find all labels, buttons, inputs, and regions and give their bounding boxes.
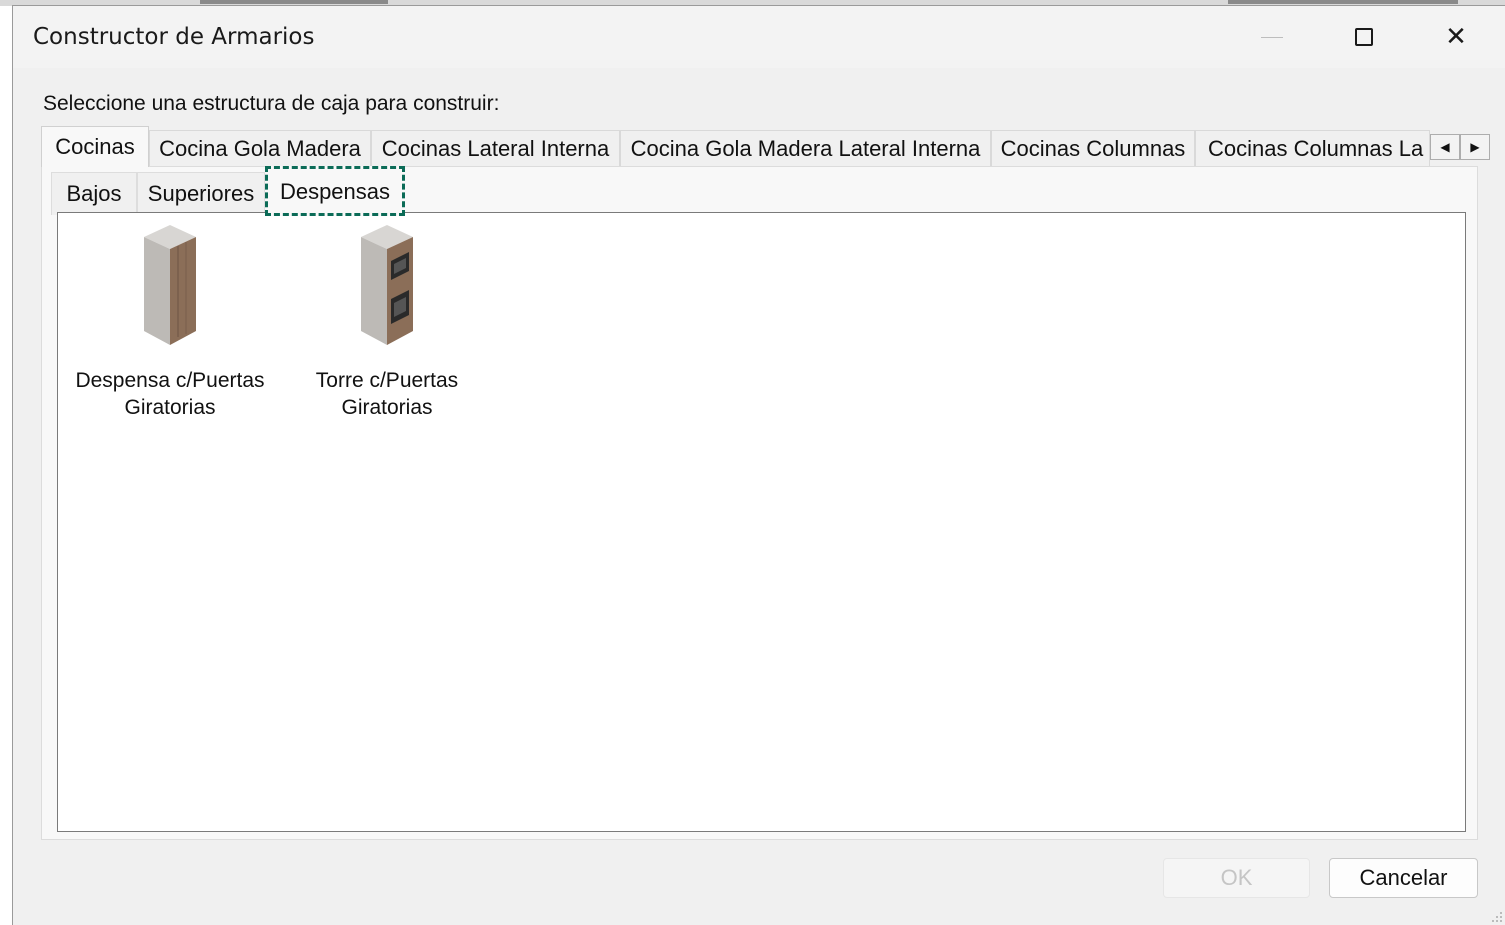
item-label-line1: Despensa c/Puertas bbox=[75, 369, 265, 392]
tab-cocinas-columnas[interactable]: Cocinas Columnas bbox=[991, 130, 1195, 166]
minimize-button[interactable] bbox=[1226, 6, 1318, 68]
close-icon: ✕ bbox=[1445, 22, 1467, 52]
tab-despensas[interactable]: Despensas bbox=[265, 166, 405, 216]
tab-scroll-buttons: ◀ ▶ bbox=[1430, 134, 1490, 160]
tab-cocinas-columnas-la[interactable]: Cocinas Columnas La bbox=[1195, 130, 1430, 166]
cabinet-builder-dialog: Constructor de Armarios ✕ Seleccione una… bbox=[12, 5, 1505, 925]
maximize-icon bbox=[1355, 28, 1373, 46]
desktop-edge bbox=[0, 6, 12, 925]
maximize-button[interactable] bbox=[1318, 6, 1410, 68]
tab-cocinas-lateral-interna[interactable]: Cocinas Lateral Interna bbox=[371, 130, 620, 166]
list-item-despensa[interactable]: Despensa c/Puertas Giratorias bbox=[65, 221, 275, 421]
category-tab-strip: Cocinas Cocina Gola Madera Cocinas Later… bbox=[41, 126, 1490, 167]
structure-list[interactable]: Despensa c/Puertas Giratorias Torre c/Pu… bbox=[57, 212, 1466, 832]
list-item-torre[interactable]: Torre c/Puertas Giratorias bbox=[282, 221, 492, 421]
ok-button[interactable]: OK bbox=[1163, 858, 1310, 898]
tab-cocina-gola-madera[interactable]: Cocina Gola Madera bbox=[149, 130, 371, 166]
pantry-cabinet-icon bbox=[144, 225, 196, 345]
scroll-left-icon[interactable]: ◀ bbox=[1430, 134, 1460, 160]
item-label-line1: Torre c/Puertas bbox=[315, 369, 459, 392]
item-label-line2: Giratorias bbox=[124, 396, 216, 419]
tab-cocinas[interactable]: Cocinas bbox=[41, 126, 149, 167]
window-title: Constructor de Armarios bbox=[33, 24, 315, 50]
close-button[interactable]: ✕ bbox=[1410, 6, 1502, 68]
minimize-icon bbox=[1261, 36, 1283, 38]
backdrop-segment bbox=[200, 0, 388, 4]
oven-tower-icon bbox=[361, 225, 413, 345]
cancel-button[interactable]: Cancelar bbox=[1329, 858, 1478, 898]
item-label-line2: Giratorias bbox=[341, 396, 433, 419]
backdrop-segment bbox=[1228, 0, 1458, 4]
tab-cocina-gola-madera-lateral-interna[interactable]: Cocina Gola Madera Lateral Interna bbox=[620, 130, 991, 166]
instruction-label: Seleccione una estructura de caja para c… bbox=[43, 92, 500, 115]
tab-superiores[interactable]: Superiores bbox=[137, 172, 265, 215]
tab-bajos[interactable]: Bajos bbox=[51, 172, 137, 215]
resize-grip-icon[interactable] bbox=[1489, 909, 1503, 923]
title-bar[interactable]: Constructor de Armarios ✕ bbox=[13, 6, 1505, 68]
scroll-right-icon[interactable]: ▶ bbox=[1460, 134, 1490, 160]
